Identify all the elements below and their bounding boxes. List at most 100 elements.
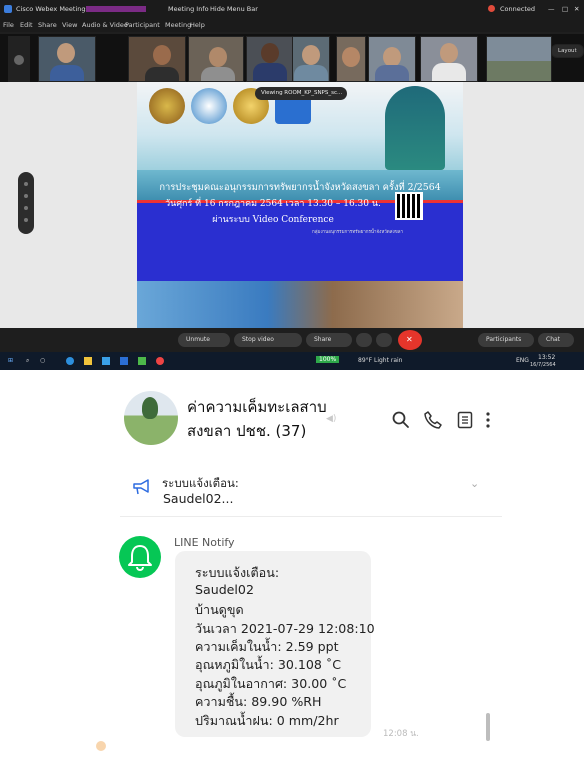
menu-edit[interactable]: Edit <box>20 21 33 29</box>
slide-via: ผ่านระบบ Video Conference <box>212 215 334 225</box>
sender-name: LINE Notify <box>174 536 235 549</box>
menu-audio-video[interactable]: Audio & Video <box>82 21 128 29</box>
clock-time[interactable]: 13:52 <box>538 354 555 361</box>
chevron-down-icon[interactable]: ⌄ <box>470 477 479 490</box>
more-vertical-icon[interactable] <box>482 410 494 430</box>
menu-file[interactable]: File <box>3 21 14 29</box>
viewing-indicator[interactable]: Viewing ROOM_KP_SNPS_sc... <box>255 87 347 100</box>
search-icon[interactable] <box>391 410 411 430</box>
meeting-controls: Unmute Stop video Share ✕ Participants C… <box>0 328 584 352</box>
weather-status[interactable]: 89°F Light rain <box>358 357 403 364</box>
connection-status: Connected <box>500 5 536 13</box>
explorer-icon[interactable] <box>84 357 92 365</box>
app-icon[interactable] <box>120 357 128 365</box>
slide-credit: กลุ่มงานอนุกรรมการทรัพยากรน้ำจังหวัดสงขล… <box>312 230 404 235</box>
chat-label: Chat <box>546 336 561 343</box>
meeting-name-redacted <box>86 6 146 12</box>
megaphone-icon <box>133 479 149 495</box>
unmute-label: Unmute <box>186 336 210 343</box>
video-tile[interactable] <box>128 36 186 82</box>
message-line: ระบบแจ้งเตือน: <box>195 565 280 580</box>
announcement-text[interactable]: Saudel02... <box>163 491 233 506</box>
leave-meeting-button[interactable]: ✕ <box>398 330 422 350</box>
store-icon[interactable] <box>102 357 110 365</box>
participants-label: Participants <box>486 336 522 343</box>
record-button[interactable] <box>356 333 372 347</box>
stop-video-label: Stop video <box>242 336 274 343</box>
more-options-button[interactable] <box>376 333 392 347</box>
meeting-info-link[interactable]: Meeting Info <box>168 5 209 13</box>
message-line: Saudel02 <box>195 582 254 597</box>
menu-share[interactable]: Share <box>38 21 57 29</box>
message-line: วันเวลา 2021-07-29 12:08:10 <box>195 621 375 636</box>
message-line: อุณภูมิในอากาศ: 30.00 ˚C <box>195 676 347 691</box>
video-tile[interactable] <box>188 36 244 82</box>
app-icon[interactable] <box>156 357 164 365</box>
scrollbar[interactable] <box>486 713 490 741</box>
message-line: ปริมาณน้ำฝน: 0 mm/2hr <box>195 713 339 728</box>
phone-icon[interactable] <box>423 410 443 430</box>
menu-meeting[interactable]: Meeting <box>165 21 191 29</box>
title-bar: Cisco Webex Meetings Meeting Info Hide M… <box>0 0 584 18</box>
sender-avatar[interactable] <box>119 536 161 578</box>
share-button[interactable]: Share <box>306 333 352 347</box>
maximize-icon[interactable]: □ <box>562 5 568 13</box>
stop-video-button[interactable]: Stop video <box>234 333 302 347</box>
qr-code <box>395 192 423 220</box>
naga-statue-image <box>385 86 445 170</box>
battery-indicator: 100% <box>316 356 340 363</box>
viewing-text: Viewing ROOM_KP_SNPS_sc... <box>261 90 343 96</box>
menu-participant[interactable]: Participant <box>125 21 160 29</box>
slide-photo-strip <box>137 281 463 328</box>
message-line: ความเค็มในน้ำ: 2.59 ppt <box>195 639 339 654</box>
edge-icon[interactable] <box>66 357 74 365</box>
bell-icon <box>128 545 152 572</box>
group-name-line1: ค่าความเค็มทะเลสาบ <box>187 398 327 416</box>
close-icon: ✕ <box>406 335 413 344</box>
minimize-icon[interactable]: — <box>548 5 555 13</box>
task-view-icon[interactable]: ○ <box>40 357 45 364</box>
video-tile[interactable] <box>246 36 294 82</box>
input-language[interactable]: ENG <box>516 357 529 364</box>
menu-view[interactable]: View <box>62 21 77 29</box>
video-tile[interactable] <box>420 36 478 82</box>
group-name-line2: สงขลา ปชช. (37) <box>187 422 307 440</box>
hide-menu-link[interactable]: Hide Menu Bar <box>210 5 258 13</box>
video-tile[interactable] <box>38 36 96 82</box>
start-icon[interactable]: ⊞ <box>8 357 13 364</box>
windows-taskbar: ⊞ ⌕ ○ 100% 89°F Light rain ENG 13:52 16/… <box>0 352 584 370</box>
message-line: บ้านดูขุด <box>195 602 244 617</box>
unmute-button[interactable]: Unmute <box>178 333 230 347</box>
menu-help[interactable]: Help <box>190 21 205 29</box>
video-tile[interactable] <box>486 36 552 82</box>
share-label: Share <box>314 336 332 343</box>
annotation-toolbar[interactable] <box>18 172 34 234</box>
video-tile[interactable] <box>8 36 30 82</box>
close-window-icon[interactable]: ✕ <box>574 5 579 13</box>
divider <box>120 516 502 517</box>
group-avatar[interactable] <box>124 391 178 445</box>
meeting-window: Cisco Webex Meetings Meeting Info Hide M… <box>0 0 584 370</box>
recording-icon <box>488 5 495 12</box>
app-icon <box>4 5 12 13</box>
search-taskbar-icon[interactable]: ⌕ <box>26 357 29 365</box>
video-tile[interactable] <box>336 36 366 82</box>
menu-bar: File Edit Share View Audio & Video Parti… <box>0 18 584 32</box>
clock-date[interactable]: 16/7/2564 <box>530 362 556 368</box>
app-title: Cisco Webex Meetings <box>16 5 89 13</box>
video-tile[interactable] <box>368 36 416 82</box>
layout-label: Layout <box>558 48 577 54</box>
message-time: 12:08 น. <box>383 729 419 739</box>
participants-button[interactable]: Participants <box>478 333 534 347</box>
mute-icon: ◀) <box>326 414 337 424</box>
layout-button[interactable]: Layout <box>551 44 584 58</box>
slide-date: วันศุกร์ ที่ 16 กรกฎาคม 2564 เวลา 13.30 … <box>165 199 381 209</box>
app-icon[interactable] <box>138 357 146 365</box>
video-gallery: Layout <box>0 34 584 82</box>
emblem-logo <box>149 88 185 124</box>
water-drop-logo <box>191 88 227 124</box>
chat-button[interactable]: Chat <box>538 333 574 347</box>
video-tile[interactable] <box>292 36 330 82</box>
message-line: อุณหภูมิในน้ำ: 30.108 ˚C <box>195 657 341 672</box>
notes-icon[interactable] <box>455 410 475 430</box>
